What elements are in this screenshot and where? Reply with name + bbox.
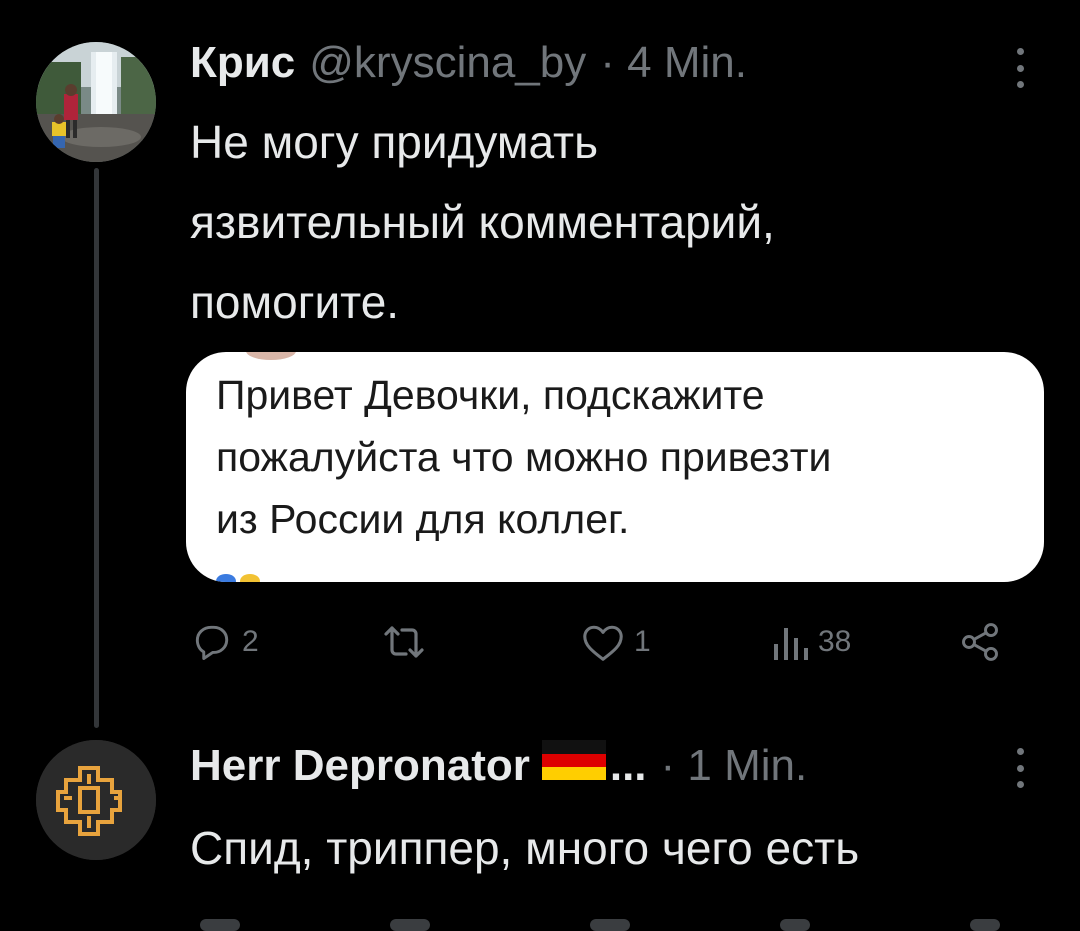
name-truncation: ... (609, 741, 647, 790)
handle[interactable]: @kryscina_by (309, 38, 586, 88)
retweet-icon (384, 626, 424, 658)
retweet-button[interactable] (380, 612, 428, 672)
like-icon (583, 625, 623, 661)
reply-icon (195, 625, 229, 660)
thread-line (94, 168, 99, 728)
tweet-header: Herr Depronator ... · 1 Min. (190, 740, 807, 800)
views-button[interactable]: 38 (770, 612, 851, 672)
profile-photo-icon (36, 42, 156, 162)
views-icon (774, 628, 808, 660)
tweet-text: Спид, триппер, много чего есть (190, 822, 860, 874)
cropped-reactions (216, 574, 264, 582)
cropped-avatar (246, 352, 296, 360)
more-icon[interactable] (1013, 748, 1027, 788)
cropped-action-bar (190, 915, 1020, 931)
share-button[interactable] (958, 612, 1002, 672)
timestamp[interactable]: · 1 Min. (661, 741, 808, 791)
germany-flag-icon (541, 740, 606, 780)
tweet-header: Крис @kryscina_by · 4 Min. (190, 38, 747, 98)
quoted-text: Привет Девочки, подскажите пожалуйста чт… (216, 372, 832, 542)
like-count: 1 (634, 625, 651, 658)
tweet-text: Не могу придумать язвительный комментари… (190, 116, 775, 328)
avatar[interactable] (36, 42, 156, 162)
reply-button[interactable]: 2 (190, 612, 259, 672)
display-name[interactable]: Herr Depronator (190, 741, 530, 791)
quoted-screenshot[interactable]: Привет Девочки, подскажите пожалуйста чт… (186, 352, 1044, 582)
more-icon[interactable] (1013, 48, 1027, 88)
view-count: 38 (818, 625, 852, 658)
timestamp[interactable]: · 4 Min. (600, 38, 747, 88)
share-icon (962, 623, 998, 661)
like-button[interactable]: 1 (580, 612, 651, 672)
rammstein-logo-icon (36, 740, 156, 860)
action-bar: 2 1 38 (190, 612, 1020, 672)
display-name[interactable]: Крис (190, 38, 295, 88)
avatar[interactable] (36, 740, 156, 860)
reply-count: 2 (242, 625, 259, 658)
